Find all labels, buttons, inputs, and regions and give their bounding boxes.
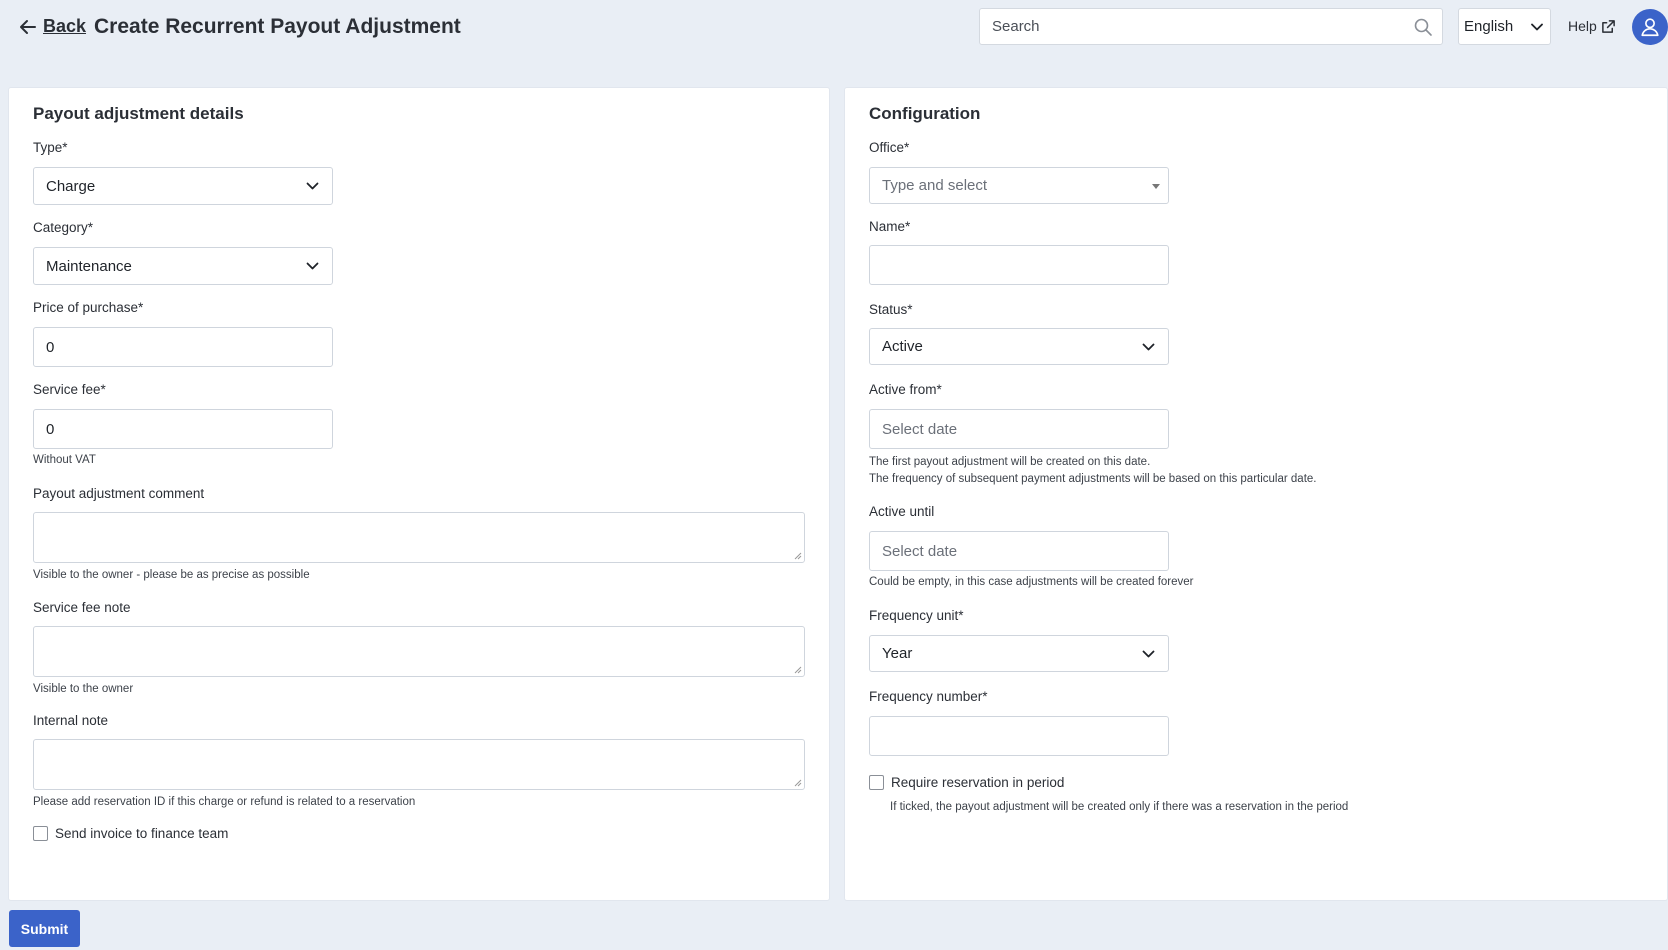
price-label: Price of purchase* bbox=[33, 300, 144, 315]
frequency-number-input[interactable] bbox=[869, 716, 1169, 756]
submit-button[interactable]: Submit bbox=[9, 910, 80, 947]
caret-down-icon bbox=[1152, 184, 1160, 189]
checkbox-box[interactable] bbox=[33, 826, 48, 841]
active-from-hint-2: The frequency of subsequent payment adju… bbox=[869, 473, 1317, 485]
send-invoice-label[interactable]: Send invoice to finance team bbox=[55, 826, 228, 841]
fee-note-hint: Visible to the owner bbox=[33, 683, 134, 695]
internal-note-textarea[interactable] bbox=[33, 739, 805, 790]
search-box[interactable] bbox=[979, 8, 1443, 45]
top-bar: Back Create Recurrent Payout Adjustment … bbox=[0, 0, 1668, 56]
resize-grip-icon[interactable] bbox=[794, 552, 802, 560]
office-label: Office* bbox=[869, 140, 910, 155]
require-reservation-hint: If ticked, the payout adjustment will be… bbox=[890, 801, 1349, 813]
back-label[interactable]: Back bbox=[43, 16, 86, 37]
resize-grip-icon[interactable] bbox=[794, 666, 802, 674]
chevron-down-icon bbox=[306, 262, 319, 270]
chevron-down-icon bbox=[306, 182, 319, 190]
active-from-input[interactable] bbox=[869, 409, 1169, 449]
category-value: Maintenance bbox=[46, 257, 132, 275]
active-from-field[interactable] bbox=[882, 410, 1168, 448]
external-link-icon bbox=[1601, 19, 1615, 33]
resize-grip-icon[interactable] bbox=[794, 779, 802, 787]
help-label[interactable]: Help bbox=[1568, 18, 1597, 34]
type-select[interactable]: Charge bbox=[33, 167, 333, 205]
send-invoice-checkbox[interactable]: Send invoice to finance team bbox=[33, 826, 228, 841]
category-select[interactable]: Maintenance bbox=[33, 247, 333, 285]
active-until-label: Active until bbox=[869, 504, 935, 519]
details-title: Payout adjustment details bbox=[33, 104, 244, 123]
frequency-unit-select[interactable]: Year bbox=[869, 635, 1169, 672]
frequency-unit-label: Frequency unit* bbox=[869, 608, 964, 623]
language-value: English bbox=[1464, 18, 1514, 35]
office-select[interactable] bbox=[869, 167, 1169, 204]
chevron-down-icon bbox=[1142, 650, 1155, 658]
active-from-hint-1: The first payout adjustment will be crea… bbox=[869, 456, 1151, 468]
type-label: Type* bbox=[33, 140, 68, 155]
comment-textarea[interactable] bbox=[33, 512, 805, 563]
type-value: Charge bbox=[46, 177, 96, 195]
active-until-input[interactable] bbox=[869, 531, 1169, 571]
frequency-number-label: Frequency number* bbox=[869, 689, 988, 704]
active-until-field[interactable] bbox=[882, 532, 1168, 570]
active-until-hint: Could be empty, in this case adjustments… bbox=[869, 576, 1194, 588]
internal-note-label: Internal note bbox=[33, 713, 109, 728]
price-input[interactable] bbox=[33, 327, 333, 367]
name-field[interactable] bbox=[882, 246, 1168, 284]
comment-hint: Visible to the owner - please be as prec… bbox=[33, 569, 310, 581]
configuration-card: Configuration Office* Name* Status* Acti… bbox=[845, 88, 1667, 900]
page-title: Create Recurrent Payout Adjustment bbox=[94, 15, 461, 38]
frequency-number-field[interactable] bbox=[882, 717, 1168, 755]
chevron-down-icon bbox=[1531, 23, 1543, 31]
fee-note-label: Service fee note bbox=[33, 600, 131, 615]
category-label: Category* bbox=[33, 220, 94, 235]
require-reservation-label[interactable]: Require reservation in period bbox=[891, 775, 1064, 790]
status-value: Active bbox=[882, 338, 923, 355]
search-icon[interactable] bbox=[1413, 17, 1433, 37]
search-input[interactable] bbox=[980, 9, 1400, 44]
back-link[interactable]: Back bbox=[18, 16, 86, 37]
service-fee-hint: Without VAT bbox=[33, 454, 96, 466]
fee-note-textarea[interactable] bbox=[33, 626, 805, 677]
checkbox-box[interactable] bbox=[869, 775, 884, 790]
arrow-left-icon bbox=[20, 19, 36, 34]
language-select[interactable]: English bbox=[1458, 8, 1551, 45]
office-input[interactable] bbox=[882, 168, 1168, 203]
help-link[interactable]: Help bbox=[1568, 18, 1616, 34]
user-icon bbox=[1641, 18, 1659, 37]
comment-label: Payout adjustment comment bbox=[33, 486, 205, 501]
internal-note-hint: Please add reservation ID if this charge… bbox=[33, 796, 416, 808]
name-label: Name* bbox=[869, 219, 911, 234]
require-reservation-checkbox[interactable]: Require reservation in period bbox=[869, 775, 1064, 790]
config-title: Configuration bbox=[869, 104, 981, 123]
service-fee-label: Service fee* bbox=[33, 382, 106, 397]
status-label: Status* bbox=[869, 302, 913, 317]
frequency-unit-value: Year bbox=[882, 645, 913, 662]
user-avatar[interactable] bbox=[1632, 9, 1668, 45]
service-fee-field[interactable] bbox=[46, 410, 332, 448]
name-input[interactable] bbox=[869, 245, 1169, 285]
payout-details-card: Payout adjustment details Type* Charge C… bbox=[9, 88, 829, 900]
price-field[interactable] bbox=[46, 328, 332, 366]
status-select[interactable]: Active bbox=[869, 328, 1169, 365]
active-from-label: Active from* bbox=[869, 382, 942, 397]
chevron-down-icon bbox=[1142, 343, 1155, 351]
service-fee-input[interactable] bbox=[33, 409, 333, 449]
